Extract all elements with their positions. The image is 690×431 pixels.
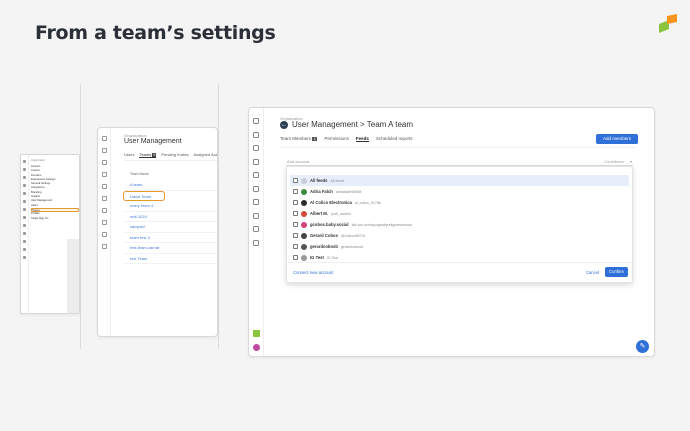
chevron-down-icon[interactable]: ▾ (630, 158, 632, 166)
table-row[interactable]: mdf-1024 (124, 212, 217, 222)
icon-rail (98, 128, 111, 336)
feed-handle: sibi.pro.ochopyugbabyreligionsensual (351, 222, 412, 227)
avatar (301, 188, 307, 195)
feed-handle: All feeds (330, 178, 345, 183)
add-members-button[interactable]: Add members (596, 134, 638, 144)
list-item[interactable]: Adria Falch adriafalch96958 (290, 186, 629, 197)
back-arrow-icon[interactable]: ← (280, 120, 288, 129)
avatar (301, 177, 307, 184)
table-row[interactable]: A team (124, 180, 217, 191)
tab[interactable]: Assigned Author (193, 152, 218, 158)
checkbox[interactable] (293, 233, 298, 238)
tabs: Team Members 1 Permissions Feeds Scheduled … (280, 136, 412, 142)
feed-handle: adriafalch96958 (335, 189, 362, 194)
avatar[interactable] (253, 344, 260, 351)
divider (80, 84, 81, 349)
page-title: User Management > Team A team (292, 120, 414, 129)
avatar (301, 243, 307, 250)
feed-handle: al_colico_91756 (354, 200, 381, 205)
feed-name: Al Colico Electronica (310, 200, 352, 205)
avatar (301, 210, 307, 217)
feed-name: All feeds (310, 178, 328, 183)
tab[interactable]: Feeds (355, 136, 369, 142)
tab[interactable]: Permissions (324, 136, 349, 142)
teams-table: A team David Team many team 4 mdf-1024 sampl… (123, 180, 217, 264)
feed-name: Albert M. (310, 211, 328, 216)
feed-name: gcobos.baby.social (310, 222, 349, 227)
divider (218, 84, 219, 349)
tabs: Users Teams 9 Pending Invites Assigned Auth… (124, 152, 218, 158)
list-item[interactable]: Albert M. jordi_martini (290, 208, 629, 219)
confirm-button[interactable]: Confirm (605, 267, 628, 277)
team-feeds-screenshot: Organization ← User Management > Team A … (248, 107, 655, 357)
compose-icon[interactable]: ✎ (636, 340, 649, 353)
table-row[interactable]: many team 4 (124, 201, 217, 212)
list-item[interactable]: Al Colico Electronica al_colico_91756 (290, 197, 629, 208)
tab-label: Teams (139, 152, 152, 157)
feeds-dropdown: All feeds All feeds Adria Falch adriafalch9… (286, 166, 633, 283)
avatar (301, 199, 307, 206)
avatar (301, 254, 307, 261)
checkbox[interactable] (293, 200, 298, 205)
feed-handle: jordi_martini (330, 211, 351, 216)
tab[interactable]: Users (124, 152, 134, 158)
brand-logo (659, 14, 677, 33)
checkbox[interactable] (293, 244, 298, 249)
table-row[interactable]: test Team (124, 254, 217, 264)
tab[interactable]: Pending Invites (161, 152, 188, 158)
checkbox[interactable] (293, 189, 298, 194)
list-item[interactable]: All feeds All feeds (290, 175, 629, 186)
input-placeholder: Add account (287, 159, 310, 164)
settings-menu: Organization Account Custom Domains Experie… (31, 159, 79, 221)
feed-handle: @Cobos98719 (340, 233, 365, 238)
feed-handle: gerardcobosb (340, 244, 363, 249)
tab-label: Scheduled reports (375, 136, 413, 141)
cancel-button[interactable]: Cancel (586, 270, 599, 275)
tab-label: Permissions (324, 136, 349, 141)
feed-name: Adria Falch (310, 189, 333, 194)
add-account-input[interactable]: Add account Contributor ▾ (286, 158, 633, 166)
avatar (301, 221, 307, 228)
menu-item[interactable]: Single Sign On (31, 217, 79, 221)
role-select[interactable]: Contributor (604, 158, 624, 166)
page-title: User Management (124, 138, 182, 145)
column-header: Team Name (130, 172, 149, 176)
table-row[interactable]: test-team-zarnat (124, 243, 217, 254)
avatar (301, 232, 307, 239)
slide-title: From a team’s settings (35, 22, 276, 44)
table-row[interactable]: David Team (123, 190, 165, 201)
icon-rail (249, 108, 264, 356)
tab[interactable]: Teams 9 (139, 152, 157, 158)
checkbox[interactable] (293, 211, 298, 216)
feed-name: Gerard Cobos (310, 233, 338, 238)
count-badge: 1 (312, 137, 318, 141)
teams-list-screenshot: Organization User Management Users Teams … (97, 127, 218, 337)
org-label: Organization (31, 159, 46, 162)
help-icon[interactable] (253, 330, 260, 337)
tab-label: Assigned Author (193, 152, 218, 157)
tab-label: Feeds (355, 136, 369, 141)
settings-menu-screenshot: Organization Account Custom Domains Experie… (20, 154, 80, 314)
table-row[interactable]: team test 3 (124, 233, 217, 243)
background-area (67, 239, 79, 313)
tab-label: Team Members (280, 136, 312, 141)
feed-name: gerardcobosb (310, 244, 338, 249)
tab[interactable]: Scheduled reports (376, 136, 413, 142)
table-row[interactable]: sample2 (124, 222, 217, 233)
icon-rail (21, 155, 29, 313)
checkbox[interactable] (293, 255, 298, 260)
tab-label: Users (124, 152, 135, 157)
list-item[interactable]: Gerard Cobos @Cobos98719 (290, 230, 629, 241)
list-item[interactable]: gcobos.baby.social sibi.pro.ochopyugbabyr… (290, 219, 629, 230)
tab[interactable]: Team Members 1 (280, 136, 318, 142)
checkbox[interactable] (293, 178, 298, 183)
feed-handle: IG Test (326, 255, 339, 260)
tab-label: Pending Invites (161, 152, 189, 157)
connect-account-link[interactable]: Connect new account (293, 270, 333, 275)
count-badge: 9 (152, 153, 157, 157)
list-item[interactable]: gerardcobosb gerardcobosb (290, 241, 629, 252)
checkbox[interactable] (293, 222, 298, 227)
feed-name: IG Test (310, 255, 324, 260)
